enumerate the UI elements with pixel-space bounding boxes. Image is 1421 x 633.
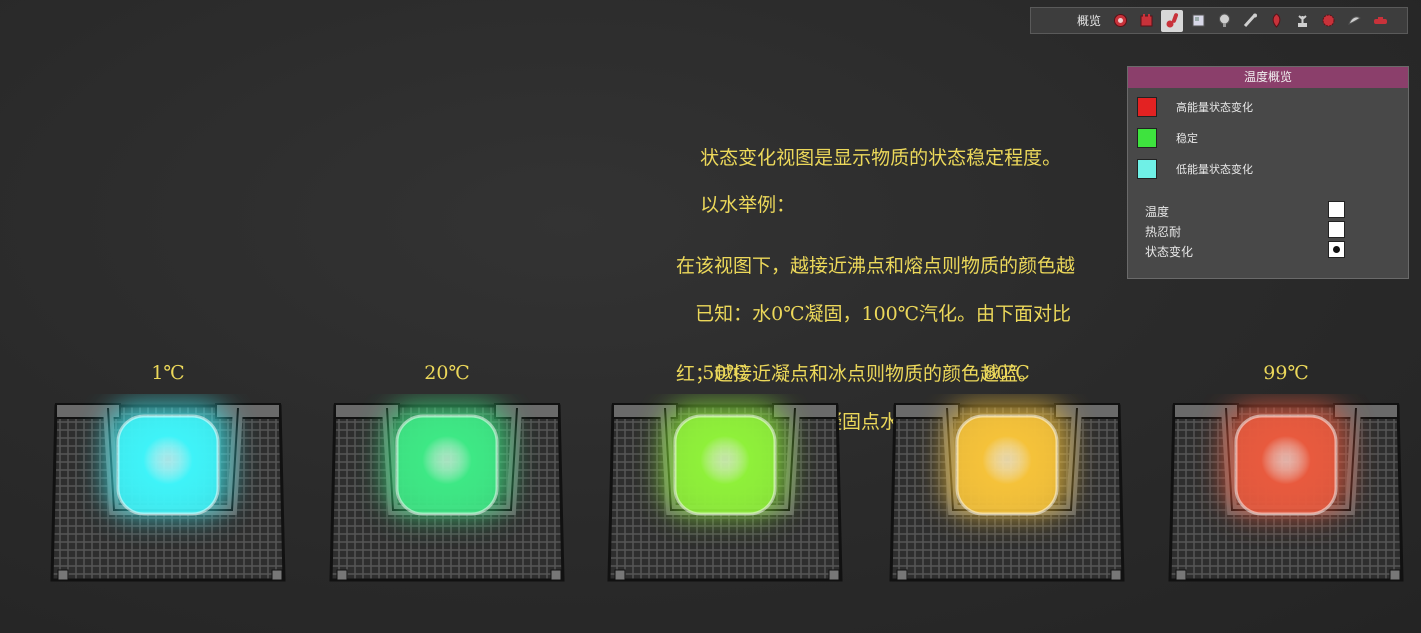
option-temperature-radio[interactable] xyxy=(1328,201,1345,218)
rooms-overlay-icon[interactable] xyxy=(1369,10,1391,32)
tile-sample-3 xyxy=(607,403,843,582)
crop-overlay-icon[interactable] xyxy=(1291,10,1313,32)
legend-swatch xyxy=(1137,128,1157,148)
tile-sample-5 xyxy=(1168,403,1404,582)
overview-label: 概览 xyxy=(1077,14,1102,28)
option-heat-tolerance-radio[interactable] xyxy=(1328,221,1345,238)
water-blob xyxy=(395,414,499,516)
tile-rivet xyxy=(1175,569,1187,581)
liquid-pipes-overlay-icon[interactable] xyxy=(1239,10,1261,32)
tile-sample-4 xyxy=(889,403,1125,582)
legend-item-low-energy: 低能量状态变化 xyxy=(1137,159,1253,179)
tile-rivet xyxy=(896,569,908,581)
sample-temperature: 1℃ xyxy=(151,362,185,384)
gas-pipes-overlay-icon[interactable] xyxy=(1343,10,1365,32)
legend-label: 稳定 xyxy=(1176,132,1198,145)
legend-panel: 温度概览 高能量状态变化 稳定 低能量状态变化 温度 热忍耐 状态变化 xyxy=(1127,66,1409,279)
tile-rivet xyxy=(57,569,69,581)
water-sample-2: 20℃ xyxy=(327,362,567,592)
power-overlay-icon[interactable] xyxy=(1135,10,1157,32)
tile-rivet xyxy=(336,569,348,581)
tile-top-bar-right xyxy=(494,403,560,419)
water-blob xyxy=(955,414,1059,516)
description-paragraph-2: 以水举例： xyxy=(676,194,796,216)
description-line: 已知：水0℃凝固，100℃汽化。由下面对比 xyxy=(671,303,1072,325)
tile-top-bar-right xyxy=(1333,403,1399,419)
water-blob xyxy=(673,414,777,516)
legend-swatch xyxy=(1137,97,1157,117)
sample-temperature: 20℃ xyxy=(424,362,470,384)
option-temperature-label: 温度 xyxy=(1145,205,1170,219)
germs-overlay-icon[interactable] xyxy=(1265,10,1287,32)
tile-sample-2 xyxy=(329,403,565,582)
option-state-change-radio[interactable] xyxy=(1328,241,1345,258)
tile-rivet xyxy=(614,569,626,581)
tile-rivet xyxy=(271,569,283,581)
legend-item-stable: 稳定 xyxy=(1137,128,1198,148)
sample-temperature: 99℃ xyxy=(1263,362,1309,384)
description-line: 状态变化视图是显示物质的状态稳定程度。 xyxy=(676,147,1062,169)
water-sample-1: 1℃ xyxy=(48,362,288,592)
tile-top-bar-right xyxy=(1054,403,1120,419)
tile-rivet xyxy=(828,569,840,581)
sample-temperature: 80℃ xyxy=(984,362,1030,384)
tile-top-bar-right xyxy=(215,403,281,419)
legend-swatch xyxy=(1137,159,1157,179)
legend-item-high-energy: 高能量状态变化 xyxy=(1137,97,1253,117)
tile-rivet xyxy=(1110,569,1122,581)
tile-top-bar-right xyxy=(772,403,838,419)
water-sample-4: 80℃ xyxy=(887,362,1127,592)
tile-rivet xyxy=(550,569,562,581)
radio-selected-dot xyxy=(1333,246,1340,253)
water-sample-5: 99℃ xyxy=(1166,362,1406,592)
decor-overlay-icon[interactable] xyxy=(1317,10,1339,32)
sample-temperature: 50℃ xyxy=(702,362,748,384)
legend-title: 温度概览 xyxy=(1128,67,1408,88)
overlay-toolbar: 概览 xyxy=(1030,7,1408,34)
option-state-change-label: 状态变化 xyxy=(1145,245,1194,259)
oxygen-overlay-icon[interactable] xyxy=(1109,10,1131,32)
temperature-overlay-icon[interactable] xyxy=(1161,9,1184,32)
legend-label: 低能量状态变化 xyxy=(1176,163,1253,176)
light-overlay-icon[interactable] xyxy=(1213,10,1235,32)
option-heat-tolerance-label: 热忍耐 xyxy=(1145,225,1182,239)
tile-rivet xyxy=(1389,569,1401,581)
tile-sample-1 xyxy=(50,403,286,582)
legend-label: 高能量状态变化 xyxy=(1176,101,1253,114)
water-blob xyxy=(1234,414,1338,516)
water-sample-3: 50℃ xyxy=(605,362,845,592)
materials-overlay-icon[interactable] xyxy=(1187,10,1209,32)
water-blob xyxy=(116,414,220,516)
